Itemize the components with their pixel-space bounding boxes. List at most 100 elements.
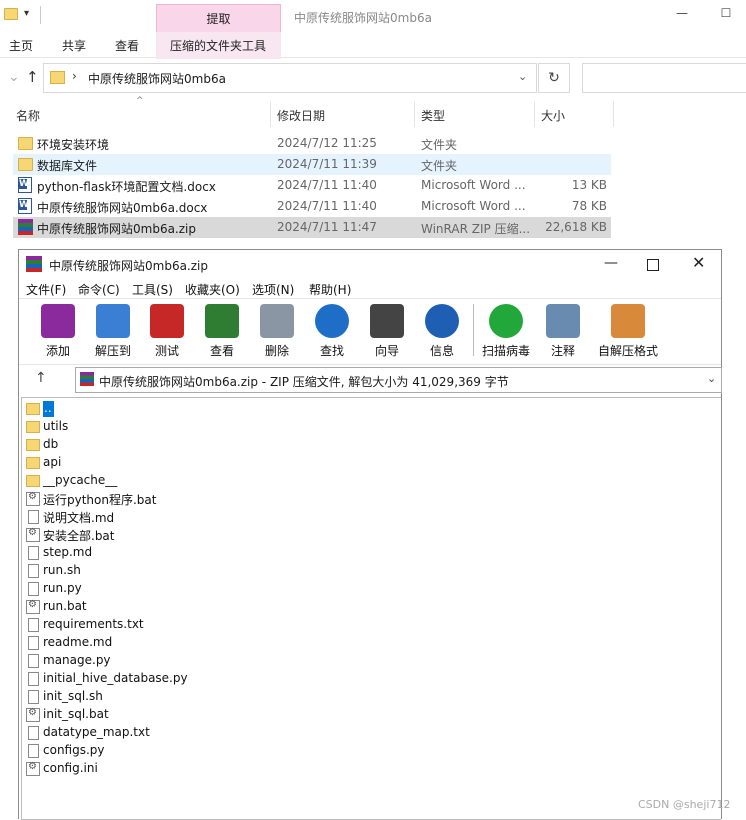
toolbar-button-wizard-wand[interactable]: 向导 xyxy=(360,304,414,360)
minimize-icon[interactable]: — xyxy=(604,255,618,271)
archive-entry[interactable]: utils xyxy=(26,418,706,436)
toolbar-button-virus-scan[interactable]: 扫描病毒 xyxy=(479,304,533,360)
archive-entry[interactable]: requirements.txt xyxy=(26,616,706,634)
refresh-icon[interactable]: ↻ xyxy=(538,63,570,93)
archive-entry[interactable]: configs.py xyxy=(26,742,706,760)
archive-entry[interactable]: config.ini xyxy=(26,760,706,778)
archive-entry[interactable]: initial_hive_database.py xyxy=(26,670,706,688)
file-size: 13 KB xyxy=(571,178,607,192)
chevron-down-icon[interactable]: ⌄ xyxy=(707,372,716,385)
quick-access-dropdown-icon[interactable]: ▾ xyxy=(24,8,29,19)
tab-extract[interactable]: 提取 xyxy=(156,10,281,27)
file-date: 2024/7/11 11:40 xyxy=(277,199,377,213)
archive-entry[interactable]: 运行python程序.bat xyxy=(26,490,706,508)
archive-entry[interactable]: run.py xyxy=(26,580,706,598)
close-icon[interactable]: ✕ xyxy=(692,253,705,272)
entry-name: run.bat xyxy=(43,599,87,613)
entry-name: manage.py xyxy=(43,653,111,667)
entry-name: configs.py xyxy=(43,743,105,757)
archive-entry[interactable]: step.md xyxy=(26,544,706,562)
breadcrumb-chevron-icon[interactable]: › xyxy=(72,69,77,83)
toolbar-label: 自解压格式 xyxy=(597,344,658,358)
folder-icon xyxy=(26,421,40,433)
file-row[interactable]: 数据库文件 2024/7/11 11:39 文件夹 xyxy=(13,154,611,175)
entry-name: 安装全部.bat xyxy=(43,529,115,543)
column-type[interactable]: 类型 xyxy=(421,107,445,124)
divider[interactable] xyxy=(613,101,614,127)
toolbar-button-extract-to[interactable]: 解压到 xyxy=(86,304,140,360)
divider xyxy=(473,304,474,356)
test-icon xyxy=(150,304,184,338)
search-input[interactable] xyxy=(582,63,746,93)
tab-home[interactable]: 主页 xyxy=(9,37,33,54)
column-size[interactable]: 大小 xyxy=(541,107,565,124)
archive-entry[interactable]: .. xyxy=(26,400,706,418)
file-row[interactable]: 环境安装环境 2024/7/12 11:25 文件夹 xyxy=(13,133,611,154)
archive-entry[interactable]: manage.py xyxy=(26,652,706,670)
folder-icon xyxy=(26,439,40,451)
maximize-icon[interactable] xyxy=(647,259,659,271)
menu-help[interactable]: 帮助(H) xyxy=(309,281,351,298)
word-icon xyxy=(18,198,32,214)
archive-entry[interactable]: datatype_map.txt xyxy=(26,724,706,742)
toolbar-button-comment[interactable]: 注释 xyxy=(536,304,590,360)
up-arrow-icon[interactable]: ↑ xyxy=(26,68,39,86)
menu-commands[interactable]: 命令(C) xyxy=(78,281,120,298)
entry-name: run.sh xyxy=(43,563,81,577)
chevron-down-icon[interactable]: ⌄ xyxy=(518,70,527,83)
toolbar-button-magnifier[interactable]: 查找 xyxy=(305,304,359,360)
file-row[interactable]: 中原传统服饰网站0mb6a.docx 2024/7/11 11:40 Microso… xyxy=(13,196,611,217)
column-name[interactable]: 名称 xyxy=(16,107,40,124)
word-icon xyxy=(18,177,32,193)
settings-file-icon xyxy=(26,599,40,614)
nav-history-chevron-icon[interactable]: ⌄ xyxy=(8,69,20,85)
divider[interactable] xyxy=(270,101,271,127)
toolbar-label: 向导 xyxy=(374,344,399,358)
archive-entry[interactable]: __pycache__ xyxy=(26,472,706,490)
archive-entry[interactable]: init_sql.bat xyxy=(26,706,706,724)
file-row[interactable]: python-flask环境配置文档.docx 2024/7/11 11:40 Mi… xyxy=(13,175,611,196)
menu-file[interactable]: 文件(F) xyxy=(26,281,66,298)
divider[interactable] xyxy=(414,101,415,127)
menu-favorites[interactable]: 收藏夹(O) xyxy=(185,281,240,298)
tab-compressed-folder-tools[interactable]: 压缩的文件夹工具 xyxy=(170,37,266,54)
column-date[interactable]: 修改日期 xyxy=(277,107,325,124)
toolbar-label: 添加 xyxy=(45,344,70,358)
quick-access-folder-icon[interactable] xyxy=(4,8,18,20)
toolbar-button-trash[interactable]: 删除 xyxy=(250,304,304,360)
archive-entry[interactable]: db xyxy=(26,436,706,454)
minimize-icon[interactable]: — xyxy=(672,6,692,26)
archive-entry[interactable]: api xyxy=(26,454,706,472)
divider[interactable] xyxy=(534,101,535,127)
menu-tools[interactable]: 工具(S) xyxy=(132,281,173,298)
toolbar-button-info[interactable]: 信息 xyxy=(415,304,469,360)
file-icon xyxy=(28,546,39,560)
menu-options[interactable]: 选项(N) xyxy=(252,281,294,298)
winrar-icon xyxy=(18,219,33,235)
file-row[interactable]: 中原传统服饰网站0mb6a.zip 2024/7/11 11:47 WinRAR Z… xyxy=(13,217,611,238)
watermark: CSDN @sheji712 xyxy=(638,798,731,811)
archive-entry[interactable]: run.sh xyxy=(26,562,706,580)
menu-bar xyxy=(19,278,721,298)
up-arrow-icon[interactable]: ↑ xyxy=(35,370,47,386)
tab-share[interactable]: 共享 xyxy=(62,37,86,54)
entry-name: run.py xyxy=(43,581,82,595)
entry-name: step.md xyxy=(43,545,93,559)
magnifier-icon xyxy=(315,304,349,338)
toolbar-button-test[interactable]: 测试 xyxy=(140,304,194,360)
tab-view[interactable]: 查看 xyxy=(115,37,139,54)
archive-entry[interactable]: run.bat xyxy=(26,598,706,616)
entry-name: datatype_map.txt xyxy=(43,725,150,739)
toolbar-button-add-archive[interactable]: 添加 xyxy=(31,304,85,360)
archive-entry[interactable]: 说明文档.md xyxy=(26,508,706,526)
archive-entry[interactable]: init_sql.sh xyxy=(26,688,706,706)
archive-entry[interactable]: 安装全部.bat xyxy=(26,526,706,544)
folder-icon xyxy=(18,158,33,171)
toolbar-button-sfx-box[interactable]: 自解压格式 xyxy=(592,304,664,360)
archive-entry[interactable]: readme.md xyxy=(26,634,706,652)
toolbar-button-view-book[interactable]: 查看 xyxy=(195,304,249,360)
sfx-box-icon xyxy=(611,304,645,338)
entry-name: 运行python程序.bat xyxy=(43,493,157,507)
maximize-icon[interactable]: ☐ xyxy=(716,6,736,26)
breadcrumb[interactable]: 中原传统服饰网站0mb6a xyxy=(88,70,226,87)
